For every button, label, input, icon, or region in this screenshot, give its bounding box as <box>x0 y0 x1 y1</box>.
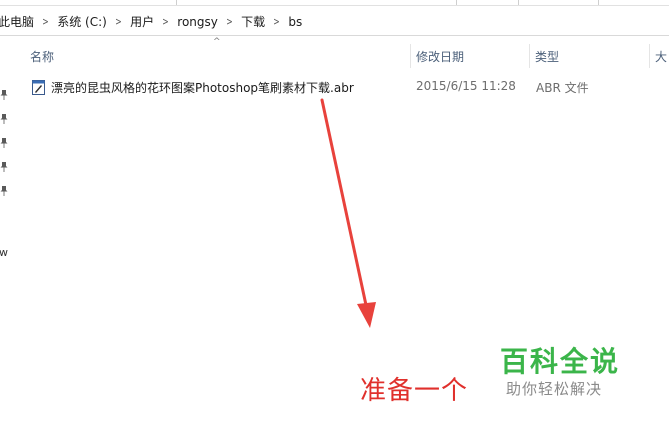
annotation-text: 准备一个 <box>360 376 469 406</box>
explorer-window: 此电脑 > 系统 (C:) > 用户 > rongsy > 下载 > bs w … <box>0 0 669 431</box>
watermark-title: 百科全说 <box>500 345 621 378</box>
watermark-subtitle: 助你轻松解决 <box>506 380 603 398</box>
